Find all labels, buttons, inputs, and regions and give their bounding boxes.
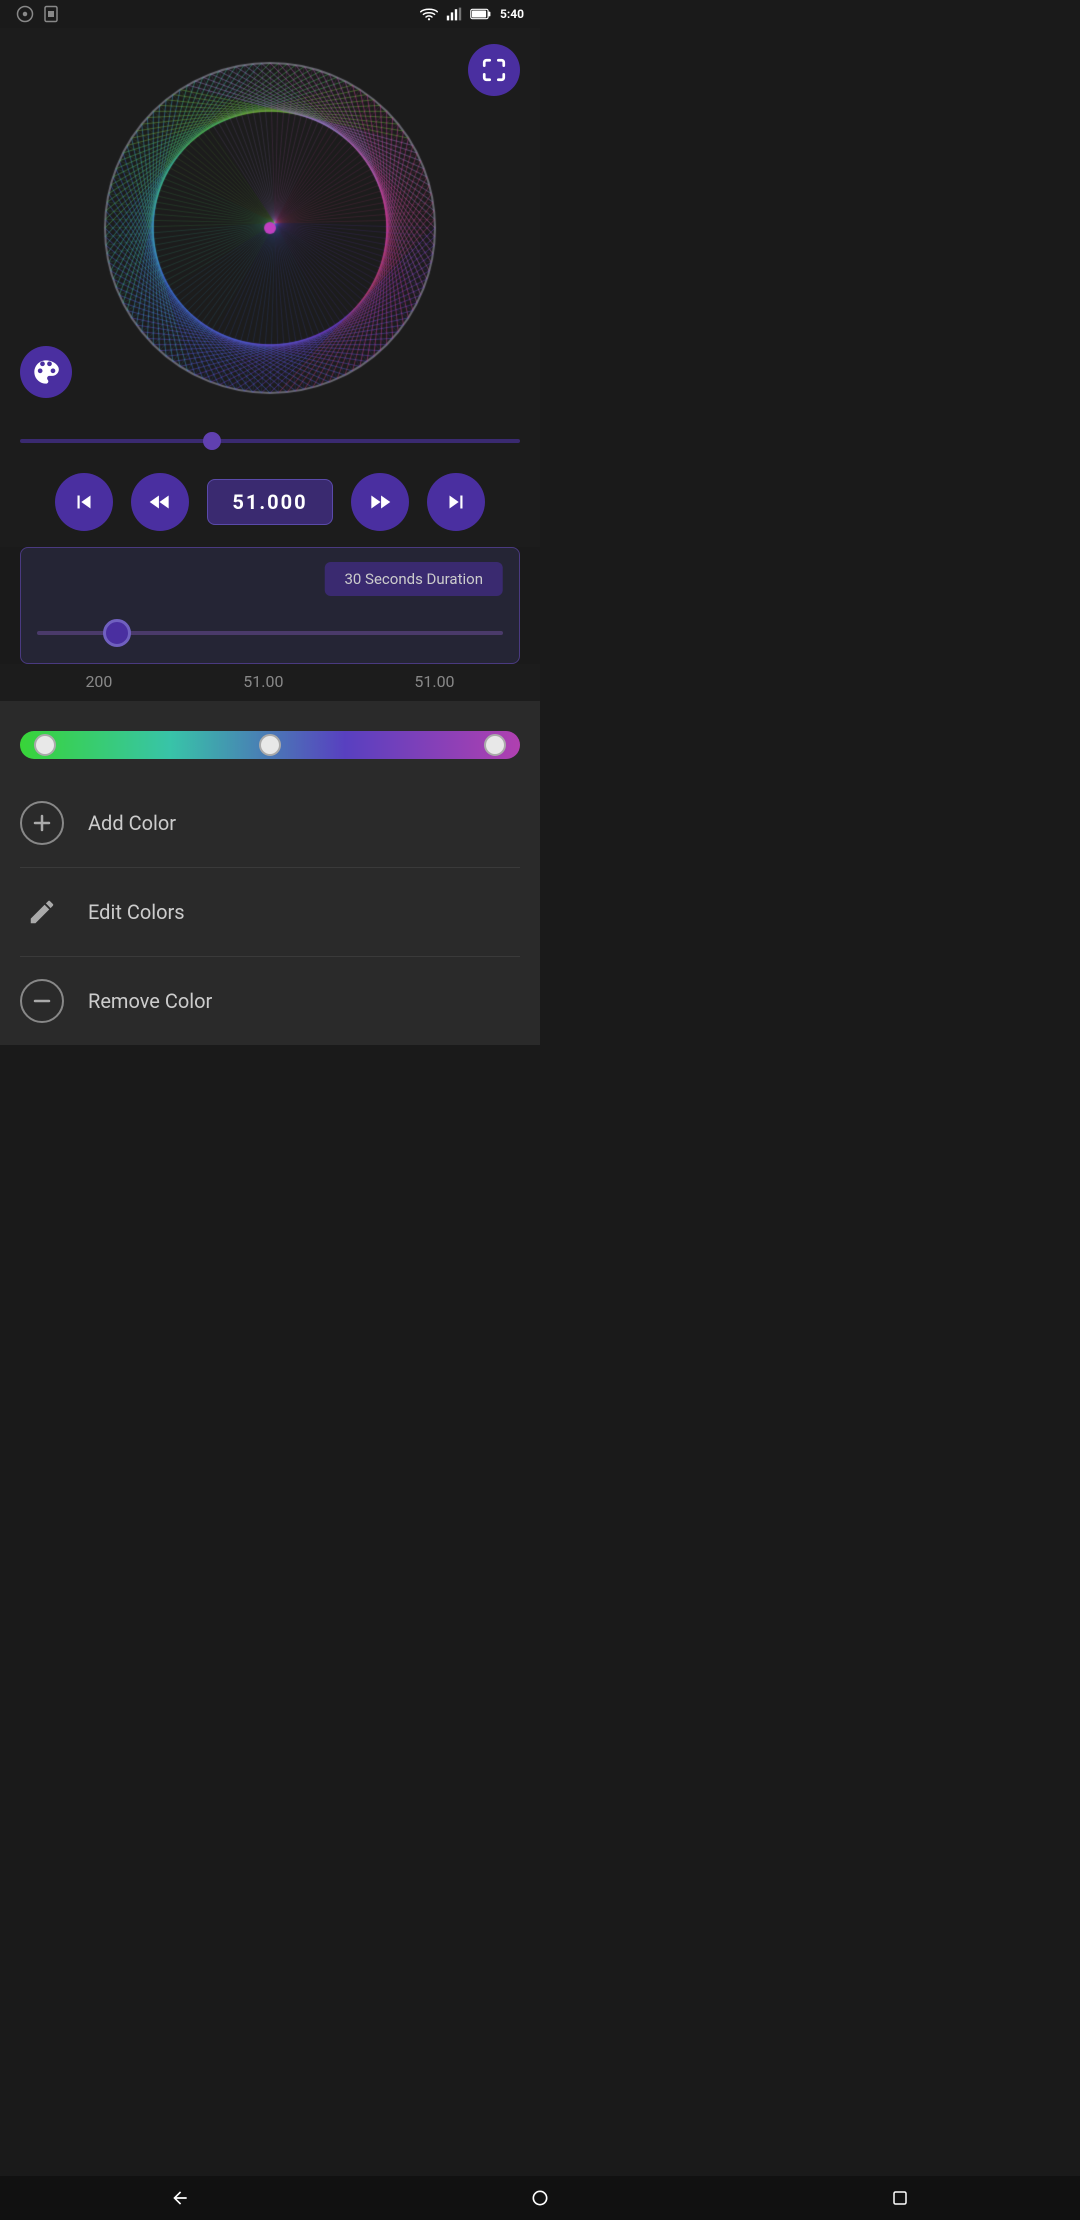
skip-forward-icon (443, 489, 469, 515)
fast-forward-icon (367, 489, 393, 515)
values-row: 200 51.00 51.00 (0, 664, 540, 701)
back-icon (170, 2188, 190, 2208)
duration-slider[interactable] (37, 631, 503, 635)
gradient-handle-right[interactable] (484, 734, 506, 756)
nav-bar (0, 2176, 1080, 2220)
back-button[interactable] (162, 2180, 198, 2216)
duration-box: 30 Seconds Duration (20, 547, 520, 664)
status-right: 5:40 (420, 7, 524, 21)
time-value-display: 51.000 (207, 479, 332, 525)
value-center: 51.00 (243, 672, 283, 691)
expand-icon (481, 57, 507, 83)
home-button[interactable] (522, 2180, 558, 2216)
playback-controls: 51.000 (0, 457, 540, 547)
add-color-icon-circle (20, 801, 64, 845)
expand-button[interactable] (468, 44, 520, 96)
time-display: 5:40 (500, 7, 524, 21)
home-icon (530, 2188, 550, 2208)
remove-color-item[interactable]: Remove Color (20, 957, 520, 1045)
signal-bars-icon (446, 7, 462, 21)
viz-area (0, 28, 540, 418)
spirograph-canvas (90, 48, 450, 408)
gradient-bar-container (20, 721, 520, 779)
sim-icon (42, 5, 60, 23)
wifi-icon (420, 7, 438, 21)
remove-color-label: Remove Color (88, 989, 212, 1013)
minus-icon (30, 989, 54, 1013)
pencil-icon (27, 897, 57, 927)
gradient-handle-left[interactable] (34, 734, 56, 756)
remove-color-icon-circle (20, 979, 64, 1023)
skip-back-button[interactable] (55, 473, 113, 531)
edit-colors-icon-circle (20, 890, 64, 934)
skip-back-icon (71, 489, 97, 515)
gradient-bar[interactable] (20, 731, 520, 759)
skip-forward-button[interactable] (427, 473, 485, 531)
gradient-handle-center[interactable] (259, 734, 281, 756)
recents-icon (891, 2189, 909, 2207)
duration-label: 30 Seconds Duration (324, 562, 503, 596)
rewind-button[interactable] (131, 473, 189, 531)
value-left: 200 (85, 672, 112, 691)
battery-icon (470, 7, 492, 21)
edit-colors-item[interactable]: Edit Colors (20, 868, 520, 957)
bottom-panel: Add Color Edit Colors Remove Color (0, 701, 540, 1045)
status-left (16, 5, 60, 23)
status-bar: 5:40 (0, 0, 540, 28)
palette-icon (32, 358, 60, 386)
fast-forward-button[interactable] (351, 473, 409, 531)
plus-icon (30, 811, 54, 835)
add-color-item[interactable]: Add Color (20, 779, 520, 868)
add-color-label: Add Color (88, 811, 176, 835)
value-right: 51.00 (414, 672, 454, 691)
signal-icon (16, 5, 34, 23)
recents-button[interactable] (882, 2180, 918, 2216)
duration-slider-container (37, 616, 503, 643)
palette-button[interactable] (20, 346, 72, 398)
main-slider[interactable] (20, 439, 520, 443)
main-slider-section (0, 418, 540, 457)
edit-colors-label: Edit Colors (88, 900, 185, 924)
rewind-icon (147, 489, 173, 515)
